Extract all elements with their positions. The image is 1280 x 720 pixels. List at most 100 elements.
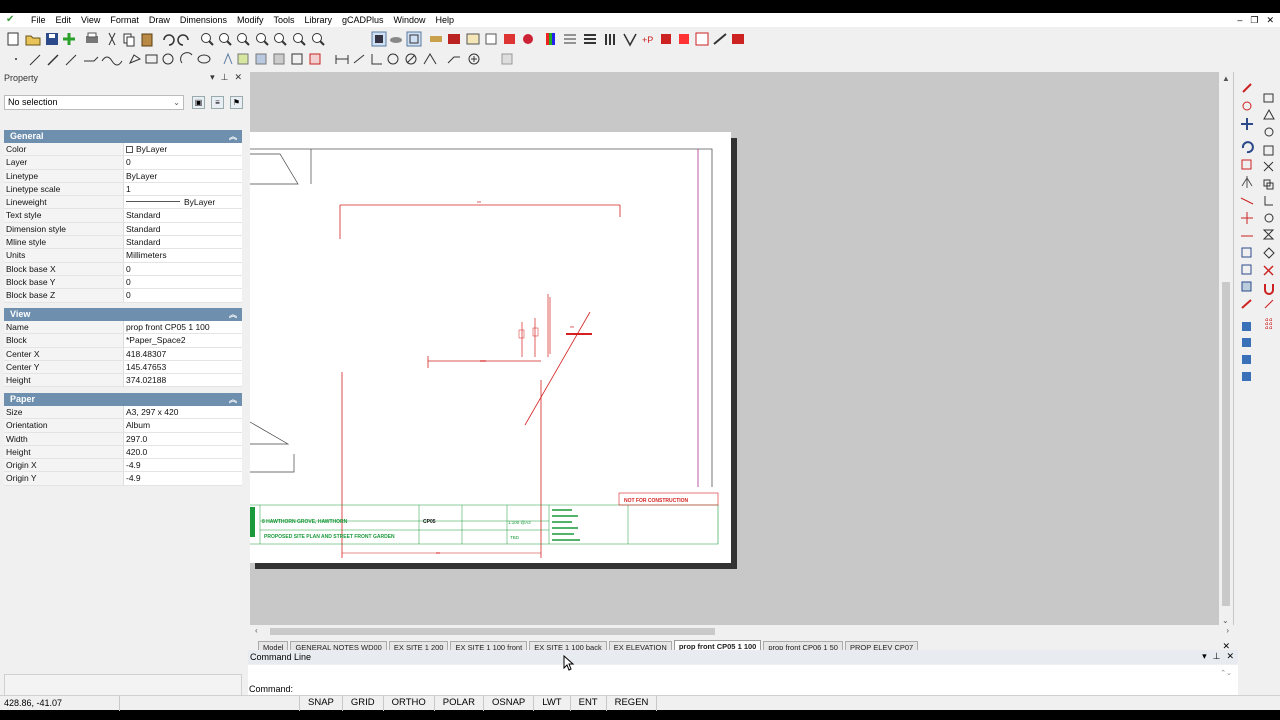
purge-icon[interactable] (661, 34, 671, 44)
prop-row-center-y[interactable]: Center Y 145.47653 (4, 360, 242, 375)
regen-toggle[interactable]: REGEN (607, 695, 658, 711)
save-icon[interactable] (46, 33, 58, 45)
zoom-out-icon[interactable] (219, 33, 232, 46)
selection-dropdown[interactable]: No selection ⌄ (4, 94, 184, 110)
scroll-down-icon[interactable]: ⌄ (1222, 616, 1229, 625)
scroll-left-icon[interactable]: ‹ (255, 626, 258, 635)
menu-library[interactable]: Library (299, 13, 337, 27)
circle-tool-icon[interactable] (1264, 127, 1274, 137)
view-icon[interactable] (406, 31, 422, 47)
chamfer-icon[interactable] (1241, 264, 1252, 275)
sheet-icon[interactable] (485, 33, 497, 45)
open-folder-icon[interactable] (25, 35, 41, 46)
menu-dimensions[interactable]: Dimensions (175, 13, 232, 27)
prop-row-linetype[interactable]: Linetype ByLayer (4, 169, 242, 183)
cmd-close-icon[interactable]: ✕ (1226, 651, 1234, 662)
polygon-icon[interactable] (128, 54, 142, 64)
radius-dimension-icon[interactable] (387, 53, 399, 65)
prop-row-orientation[interactable]: Orientation Album (4, 419, 242, 433)
insert-block-icon[interactable] (695, 32, 709, 46)
prop-row-view-name[interactable]: Name prop front CP05 1 100 (4, 321, 242, 335)
box-tool-icon[interactable] (1263, 145, 1274, 156)
rectangle-icon[interactable] (145, 54, 158, 64)
ordinate-dimension-icon[interactable] (371, 54, 382, 65)
hatch-draw-icon[interactable] (309, 53, 321, 65)
horizontal-scroll-thumb[interactable] (270, 628, 715, 635)
line-icon[interactable] (29, 54, 41, 66)
region-icon[interactable] (291, 53, 303, 65)
command-line-input[interactable]: Command: ⌃⌄ (248, 665, 1238, 699)
zoom-extents-icon[interactable] (274, 33, 287, 46)
panel-pin-icon[interactable]: ⊥ (221, 72, 229, 83)
select-objects-icon[interactable]: ▣ (192, 95, 205, 109)
menu-format[interactable]: Format (105, 13, 144, 27)
prop-row-block-base-y[interactable]: Block base Y0 (4, 275, 242, 290)
menu-file[interactable]: File (26, 13, 51, 27)
fillet-icon[interactable] (1241, 281, 1252, 292)
scroll-up-icon[interactable]: ▲ (1222, 74, 1230, 83)
cmd-pin-icon[interactable]: ⊥ (1213, 651, 1221, 662)
prop-row-origin-x[interactable]: Origin X -4.9 (4, 459, 242, 473)
corner-tool-icon[interactable] (1264, 196, 1273, 206)
prop-row-origin-y[interactable]: Origin Y -4.9 (4, 472, 242, 486)
ellipse-icon[interactable] (197, 54, 211, 64)
offset-icon[interactable] (1242, 338, 1251, 347)
ortho-toggle[interactable]: ORTHO (384, 695, 435, 711)
columns-icon[interactable] (605, 34, 615, 45)
add-icon[interactable] (63, 33, 75, 45)
prop-row-block-base-x[interactable]: Block base X0 (4, 262, 242, 276)
prop-row-height[interactable]: Height 374.02188 (4, 374, 242, 388)
explode-object-icon[interactable] (1241, 299, 1252, 309)
pan-icon[interactable] (312, 33, 325, 46)
grid-toggle[interactable]: GRID (343, 695, 384, 711)
copy-object-icon[interactable] (1242, 101, 1252, 111)
menu-draw[interactable]: Draw (144, 13, 175, 27)
image-icon[interactable] (523, 34, 533, 44)
cut-icon[interactable] (108, 32, 116, 46)
block-icon[interactable] (448, 34, 460, 44)
text-draw-icon[interactable] (223, 52, 233, 65)
linear-dimension-icon[interactable] (335, 55, 349, 64)
menu-help[interactable]: Help (431, 13, 460, 27)
zoom-previous-icon[interactable] (256, 33, 269, 46)
layer-icon[interactable] (390, 37, 402, 43)
measure-icon[interactable] (713, 33, 727, 45)
undo-icon[interactable] (163, 34, 175, 46)
paste-icon[interactable] (141, 33, 153, 47)
erase-icon[interactable] (1242, 83, 1252, 93)
magnet-tool-icon[interactable] (1264, 284, 1274, 295)
color-palette-icon[interactable] (546, 33, 555, 45)
join-icon[interactable] (1242, 355, 1251, 364)
arc-icon[interactable] (180, 52, 193, 64)
vertical-scroll-thumb[interactable] (1222, 282, 1230, 606)
menu-modify[interactable]: Modify (232, 13, 269, 27)
attribute-icon[interactable] (255, 53, 267, 65)
prop-row-size[interactable]: Size A3, 297 x 420 (4, 406, 242, 420)
drawing-canvas[interactable]: xx xxx xx NOT FOR CONSTRUCTION 8 HAWTHOR… (250, 72, 1234, 625)
zoom-in-icon[interactable] (201, 33, 214, 46)
new-file-icon[interactable] (7, 32, 19, 46)
prop-row-width[interactable]: Width 297.0 (4, 432, 242, 446)
dimension-icon[interactable] (430, 36, 442, 42)
xline-icon[interactable] (84, 56, 99, 62)
menu-edit[interactable]: Edit (51, 13, 77, 27)
explode-icon[interactable] (679, 34, 689, 44)
rectangle-tool-icon[interactable] (1263, 93, 1274, 103)
quick-select-icon[interactable]: ≡ (211, 95, 224, 109)
text-icon[interactable] (623, 33, 637, 47)
horizontal-scrollbar[interactable]: ‹ › (250, 625, 1234, 638)
close-button[interactable]: ✕ (1266, 13, 1274, 27)
stretch-icon[interactable] (1240, 197, 1254, 205)
hourglass-tool-icon[interactable] (1262, 229, 1275, 240)
toggle-pickadd-icon[interactable]: ⚑ (230, 95, 243, 109)
circle-icon[interactable] (162, 53, 174, 65)
zoom-window-icon[interactable] (237, 33, 250, 46)
polar-toggle[interactable]: POLAR (435, 695, 484, 711)
scale-icon[interactable] (1241, 159, 1252, 170)
panel-menu-icon[interactable]: ▾ (210, 72, 215, 83)
prop-row-units[interactable]: Units Millimeters (4, 249, 242, 263)
prop-row-text-style[interactable]: Text style Standard (4, 209, 242, 223)
osnap-toggle[interactable]: OSNAP (484, 695, 535, 711)
trim-icon[interactable] (1241, 212, 1253, 224)
point-draw-icon[interactable] (15, 58, 17, 60)
